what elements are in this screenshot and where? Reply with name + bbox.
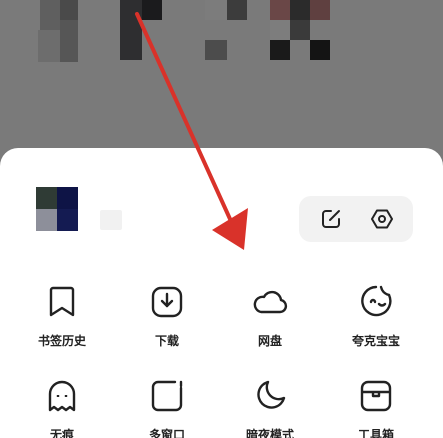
avatar-pixel xyxy=(57,209,78,231)
pixel-block xyxy=(227,0,247,20)
menu-item-toolbox[interactable]: 工具箱 xyxy=(331,374,421,438)
pixel-block xyxy=(38,30,60,62)
menu-item-label: 无痕 xyxy=(49,428,74,438)
menu-item-label: 工具箱 xyxy=(357,428,394,438)
pixel-block xyxy=(270,0,290,20)
cloud-icon xyxy=(253,290,288,314)
pixel-block xyxy=(205,0,227,20)
avatar-pixel xyxy=(57,187,78,209)
pixel-block xyxy=(40,0,60,30)
pixel-block xyxy=(60,0,78,20)
pixel-block xyxy=(205,40,227,60)
window-icon xyxy=(151,380,183,412)
edit-button[interactable] xyxy=(311,199,351,239)
pixel-block xyxy=(290,0,310,20)
avatar-pixel xyxy=(36,209,57,231)
pixel-block xyxy=(60,20,78,62)
pixel-block xyxy=(270,40,290,60)
menu-item-kuake-baby[interactable]: 夸克宝宝 xyxy=(331,280,421,350)
download-icon xyxy=(151,286,183,318)
settings-button[interactable] xyxy=(362,199,402,239)
menu-item-multi-window[interactable]: 多窗口 xyxy=(122,374,212,438)
pixel-block xyxy=(270,20,290,40)
avatar[interactable] xyxy=(36,187,78,231)
pixel-block xyxy=(290,20,310,40)
toolbox-icon xyxy=(360,380,392,412)
pixel-block xyxy=(310,40,330,60)
menu-item-label: 书签历史 xyxy=(37,334,86,348)
menu-item-cloud-drive[interactable]: 网盘 xyxy=(225,280,315,350)
edit-icon xyxy=(321,210,340,228)
username-placeholder xyxy=(100,210,122,230)
avatar-pixel xyxy=(36,187,57,209)
moon-icon xyxy=(257,380,286,409)
menu-item-label: 暗夜模式 xyxy=(245,428,294,438)
pixel-block xyxy=(310,0,330,20)
menu-item-label: 多窗口 xyxy=(148,428,185,438)
ghost-icon xyxy=(48,380,76,412)
menu-item-label: 网盘 xyxy=(257,334,282,348)
mascot-icon xyxy=(361,285,392,317)
menu-item-label: 夸克宝宝 xyxy=(351,334,400,348)
menu-item-downloads[interactable]: 下载 xyxy=(122,280,212,350)
menu-item-bookmarks-history[interactable]: 书签历史 xyxy=(17,280,107,350)
menu-item-label: 下载 xyxy=(154,334,179,348)
bookmark-icon xyxy=(49,286,75,317)
menu-item-dark-mode[interactable]: 暗夜模式 xyxy=(225,374,315,438)
menu-item-incognito[interactable]: 无痕 xyxy=(17,374,107,438)
pixel-block xyxy=(142,0,162,20)
settings-icon xyxy=(370,209,393,229)
header-actions xyxy=(299,196,413,242)
pixel-block xyxy=(120,0,142,60)
